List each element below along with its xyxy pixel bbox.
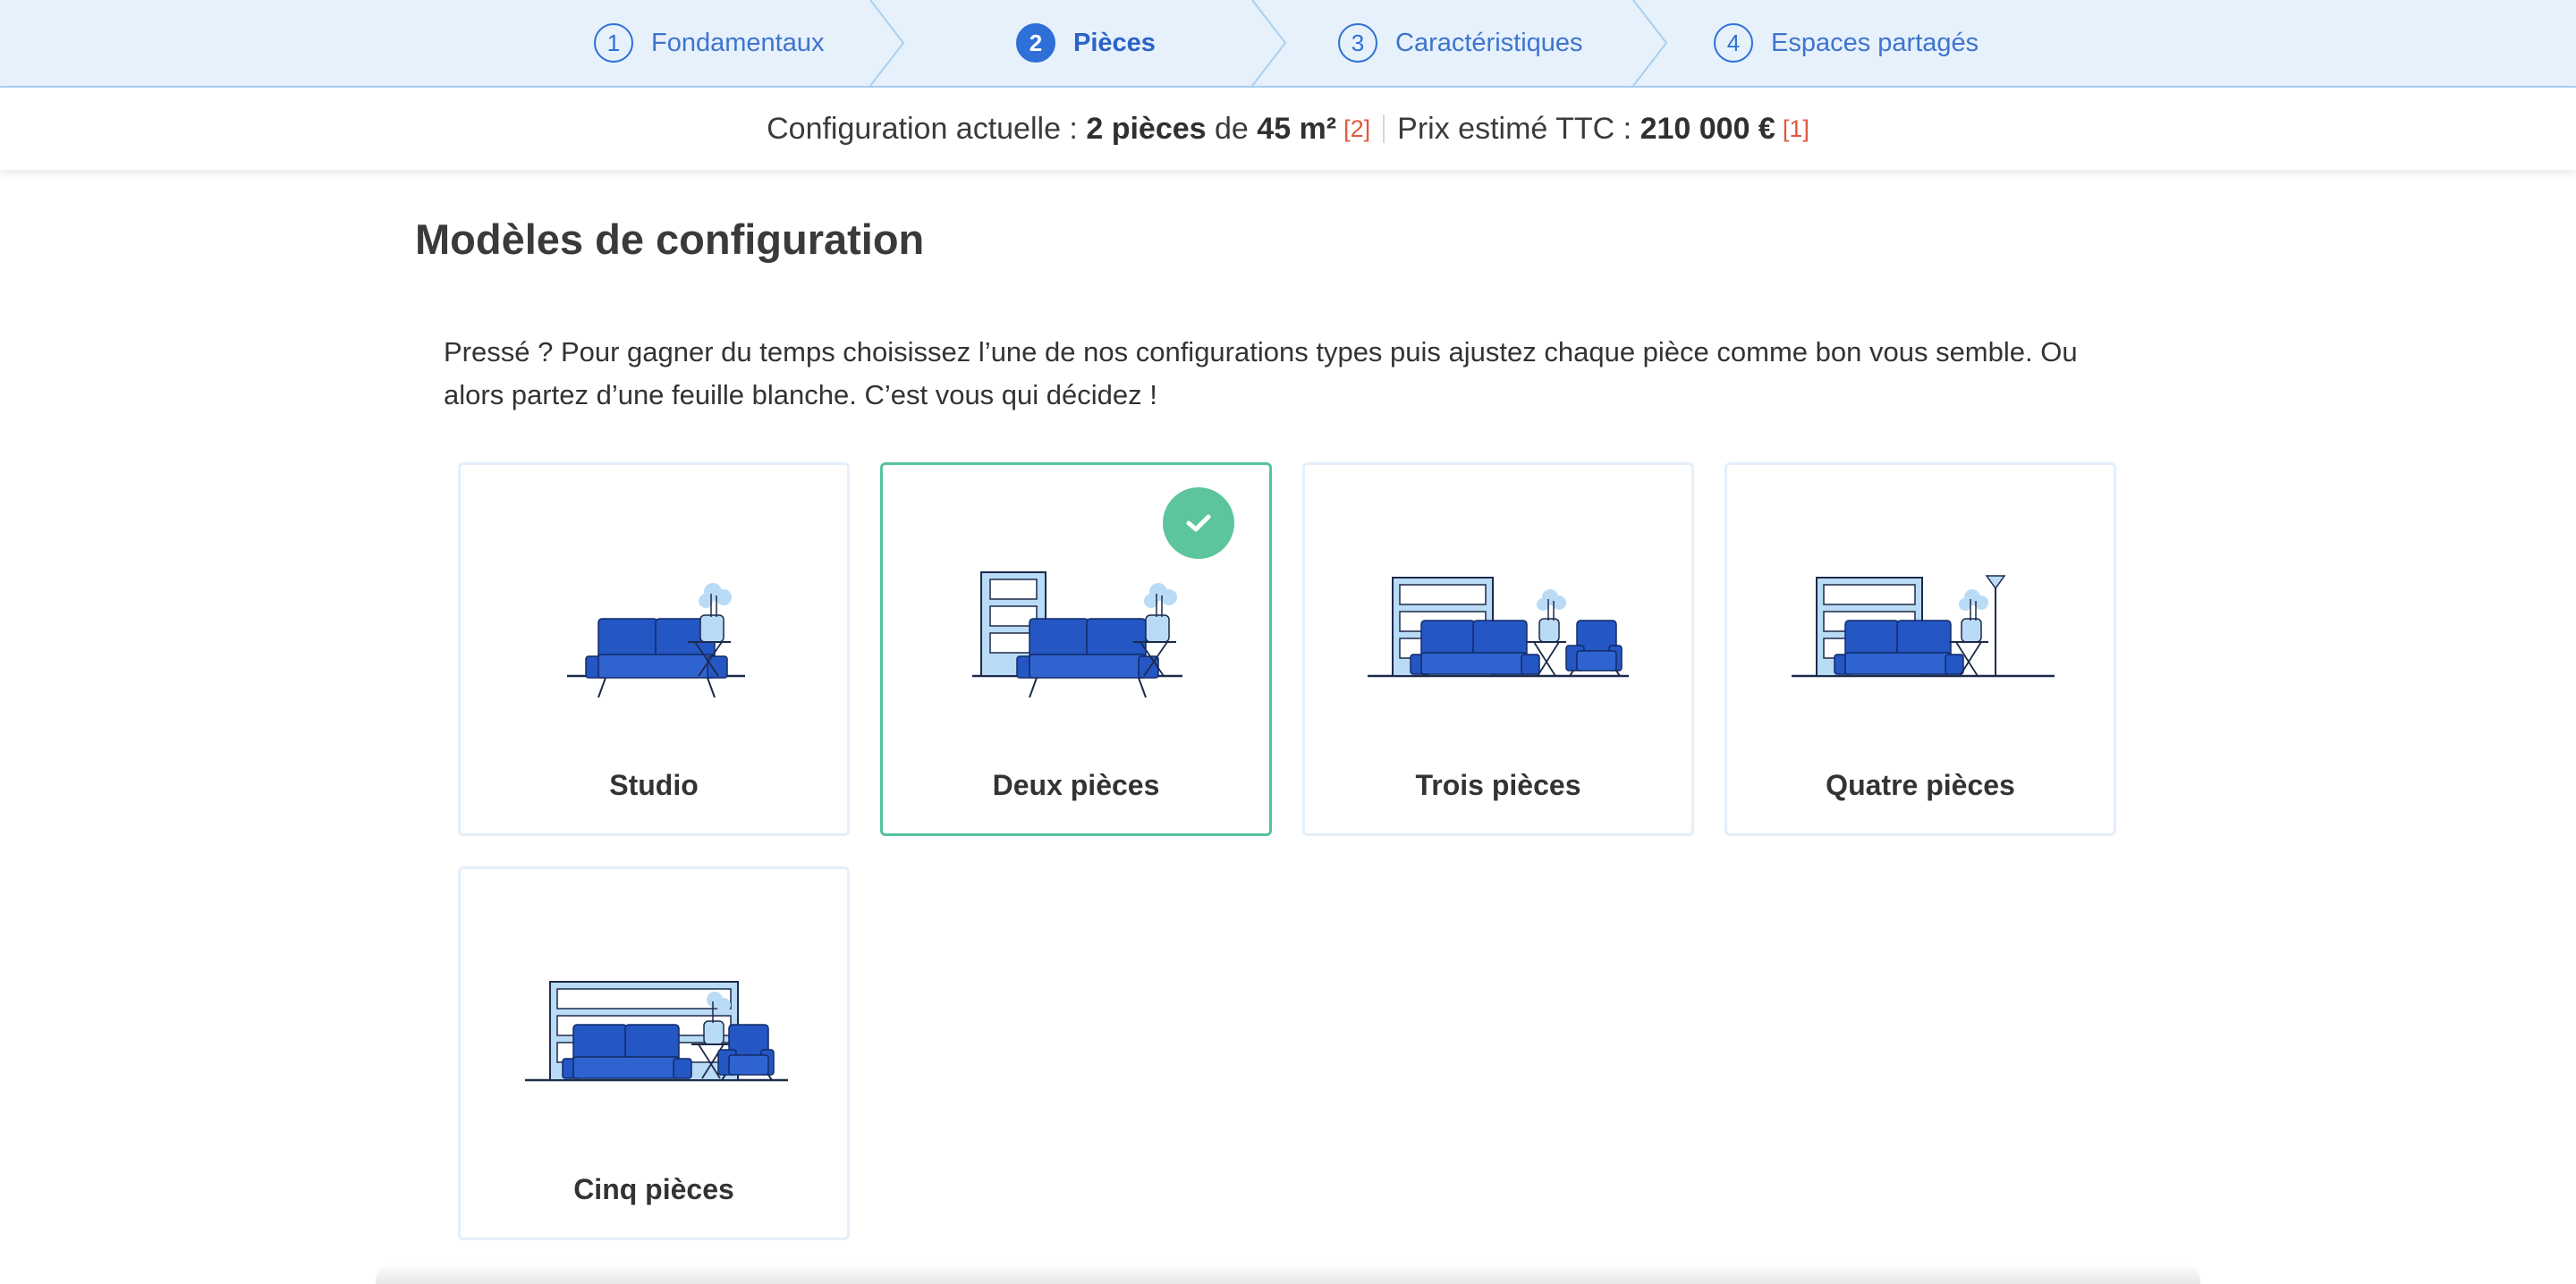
sofa-illustration — [562, 1024, 692, 1079]
de-text: de — [1215, 111, 1249, 146]
template-label: Trois pièces — [1415, 769, 1581, 801]
step-label: Fondamentaux — [651, 28, 825, 57]
intro-text: Pressé ? Pour gagner du temps choisissez… — [444, 336, 2078, 410]
template-label: Deux pièces — [992, 769, 1160, 801]
template-label: Quatre pièces — [1826, 769, 2015, 801]
price-value: 210 000 € — [1640, 111, 1775, 146]
price-footnote-link[interactable]: [1] — [1783, 115, 1809, 143]
step-pieces[interactable]: 2 Pièces — [1016, 0, 1156, 86]
sofa-illustration — [1410, 620, 1540, 677]
configuration-summary: Configuration actuelle : 2 pièces de 45 … — [0, 88, 2576, 170]
footer-panel-edge — [376, 1263, 2200, 1284]
armchair-illustration — [1565, 620, 1623, 677]
step-caracteristiques[interactable]: 3 Caractéristiques — [1338, 0, 1583, 86]
floor-lamp-illustration — [1985, 575, 2006, 676]
price-prefix: Prix estimé TTC : — [1397, 111, 1632, 146]
template-label: Studio — [609, 769, 699, 801]
step-label: Caractéristiques — [1395, 28, 1583, 57]
template-card-deux-pieces[interactable]: Deux pièces — [880, 462, 1272, 836]
step-number: 3 — [1338, 23, 1377, 63]
step-number: 1 — [594, 23, 633, 63]
summary-divider — [1383, 114, 1385, 143]
sofa-illustration — [1834, 620, 1964, 675]
selected-check-icon — [1163, 487, 1234, 559]
step-label: Pièces — [1073, 28, 1156, 57]
template-card-cinq-pieces[interactable]: Cinq pièces — [458, 866, 850, 1240]
page-title: Modèles de configuration — [415, 215, 925, 263]
rooms-count: 2 pièces — [1086, 111, 1207, 146]
area-footnote-link[interactable]: [2] — [1343, 115, 1370, 143]
template-card-quatre-pieces[interactable]: Quatre pièces — [1724, 462, 2116, 836]
step-fondamentaux[interactable]: 1 Fondamentaux — [594, 0, 824, 86]
step-separator-1 — [869, 0, 1668, 86]
step-number: 4 — [1714, 23, 1753, 63]
template-card-studio[interactable]: Studio — [458, 462, 850, 836]
progress-stepper: 1 Fondamentaux 2 Pièces 3 Caractéristiqu… — [0, 0, 2576, 88]
template-card-trois-pieces[interactable]: Trois pièces — [1302, 462, 1694, 836]
sofa-illustration — [1016, 618, 1159, 698]
step-number: 2 — [1016, 23, 1055, 63]
template-label: Cinq pièces — [573, 1173, 734, 1205]
step-espaces-partages[interactable]: 4 Espaces partagés — [1714, 0, 1979, 86]
config-prefix: Configuration actuelle : — [767, 111, 1078, 146]
area-value: 45 m² — [1257, 111, 1337, 146]
step-label: Espaces partagés — [1771, 28, 1979, 57]
